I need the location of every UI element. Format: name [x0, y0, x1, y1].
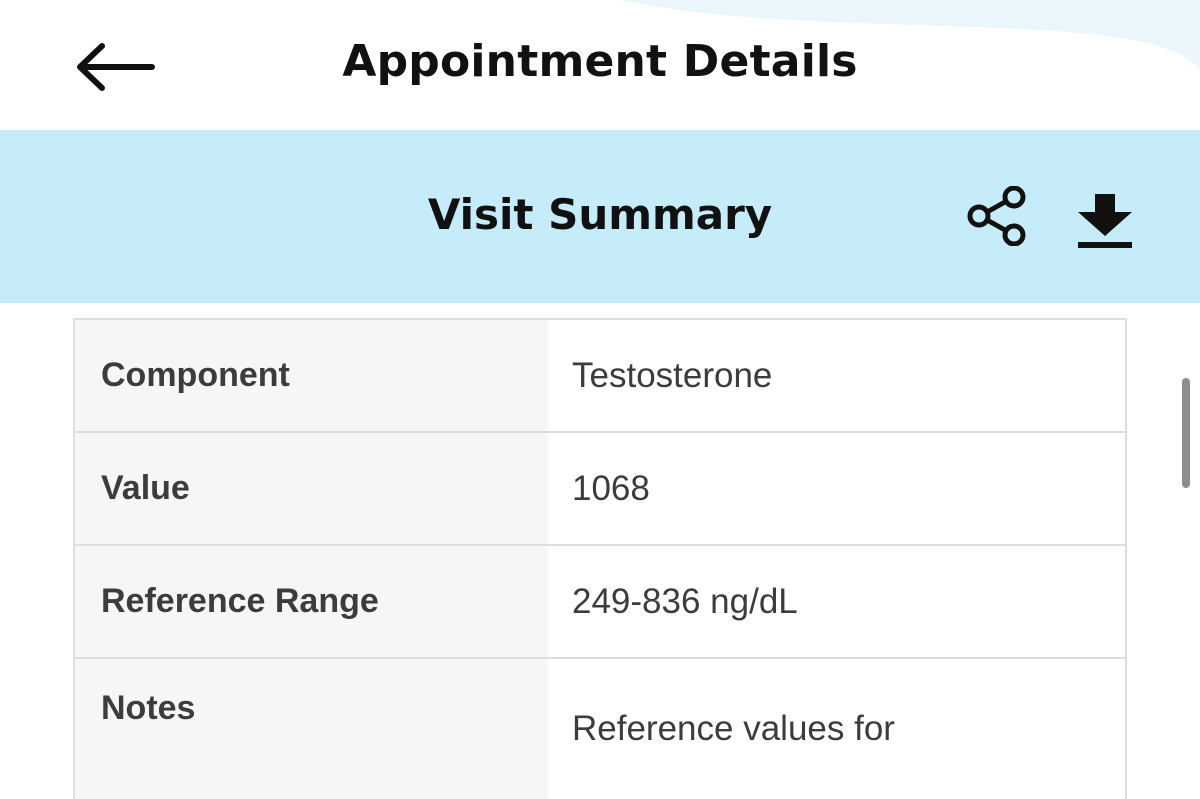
table-row: Value 1068 — [75, 433, 1125, 546]
table-row: Reference Range 249-836 ng/dL — [75, 546, 1125, 659]
row-label: Notes — [75, 659, 548, 799]
row-label: Reference Range — [75, 546, 548, 657]
share-icon — [967, 185, 1026, 247]
share-button[interactable] — [966, 185, 1028, 247]
row-value: Reference values for — [548, 659, 1125, 799]
scrollbar[interactable] — [1182, 378, 1190, 488]
row-value: 1068 — [548, 433, 1125, 544]
table-row: Component Testosterone — [75, 320, 1125, 433]
app-header: Appointment Details — [0, 0, 1200, 130]
results-table: Component Testosterone Value 1068 Refere… — [73, 318, 1127, 799]
row-value: Testosterone — [548, 320, 1125, 431]
row-label: Value — [75, 433, 548, 544]
table-row: Notes Reference values for — [75, 659, 1125, 799]
download-button[interactable] — [1074, 192, 1136, 250]
row-value: 249-836 ng/dL — [548, 546, 1125, 657]
row-label: Component — [75, 320, 548, 431]
page-title: Appointment Details — [342, 36, 858, 87]
download-icon — [1078, 194, 1132, 248]
